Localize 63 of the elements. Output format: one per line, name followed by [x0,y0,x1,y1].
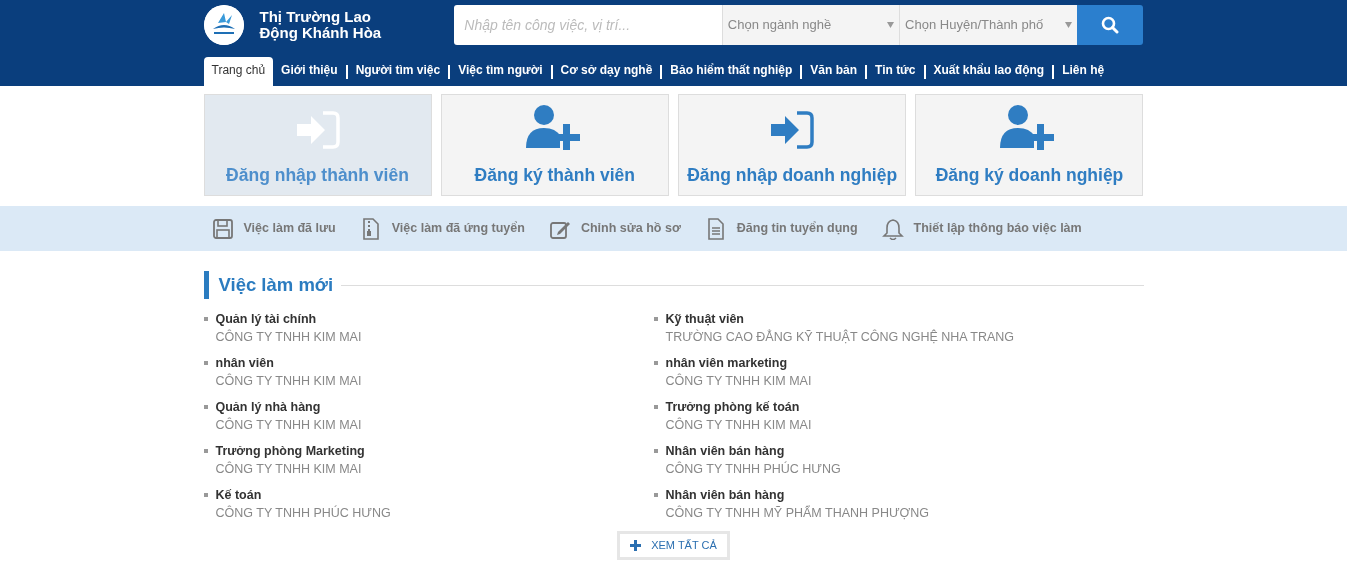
job-title-link[interactable]: Kế toán [215,487,391,503]
bullet-icon [203,317,208,321]
job-title-link[interactable]: nhân viên [215,355,362,371]
nav-tab[interactable]: Văn bản [802,57,865,86]
job-title-link[interactable]: nhân viên marketing [665,355,812,371]
bullet-icon [653,361,658,365]
search-icon [1101,16,1120,34]
search-button[interactable] [1077,5,1144,45]
site-title[interactable]: Động Khánh Hòa [259,25,447,41]
section-heading: Việc làm mới [203,271,334,299]
bullet-icon [653,449,658,453]
bullet-icon [203,405,208,409]
nav-tab[interactable]: Bảo hiểm thất nghiệp [662,57,801,86]
bell-icon [881,217,904,240]
nav-tab[interactable]: Người tìm việc [347,57,449,86]
view-all-button[interactable]: XEM TẤT CẢ [617,531,730,560]
nav-tab[interactable]: Cơ sở dạy nghề [552,57,661,86]
save-icon [211,217,234,240]
job-title-link[interactable]: Trưởng phòng Marketing [215,443,365,459]
job-title-link[interactable]: Nhân viên bán hàng [665,443,841,459]
job-title-link[interactable]: Quản lý tài chính [215,311,362,327]
nav-tab[interactable]: Xuất khẩu lao động [925,57,1053,86]
quick-link[interactable]: Đăng tin tuyển dụng [704,217,858,240]
job-title-link[interactable]: Trưởng phòng kế toán [665,399,812,415]
action-card[interactable]: Đăng ký doanh nghiệp [915,94,1144,196]
company-name: CÔNG TY TNHH PHÚC HƯNG [665,461,841,477]
company-name: CÔNG TY TNHH KIM MAI [215,329,362,345]
company-name: CÔNG TY TNHH KIM MAI [215,373,362,389]
nav-tab[interactable]: Giới thiệu [273,57,346,86]
company-name: CÔNG TY TNHH KIM MAI [215,417,362,433]
job-title-link[interactable]: Quản lý nhà hàng [215,399,362,415]
company-name: TRƯỜNG CAO ĐẲNG KỸ THUẬT CÔNG NGHỆ NHA TRANG [665,329,1015,345]
bullet-icon [653,493,658,497]
caret-icon [1065,22,1073,28]
caret-icon [887,22,895,28]
company-name: CÔNG TY TNHH KIM MAI [215,461,363,477]
company-name: CÔNG TY TNHH KIM MAI [665,417,812,433]
company-name: CÔNG TY TNHH KIM MAI [665,373,812,389]
action-card[interactable]: Đăng ký thành viên [440,94,669,196]
bullet-icon [653,405,658,409]
search-field[interactable]: Nhập tên công việc, vị trí... [454,5,722,45]
login-icon [294,109,341,150]
company-name: CÔNG TY TNHH MỸ PHẨM THANH PHƯỢNG [665,505,930,521]
job-title-link[interactable]: Kỹ thuật viên [665,311,1015,327]
nav-tab[interactable]: Trang chủ [203,57,274,86]
nav-tab[interactable]: Tin tức [867,57,924,86]
plus-icon [630,539,642,551]
action-card[interactable]: Đăng nhập doanh nghiệp [678,94,907,196]
nav-tab[interactable]: Liên hệ [1054,57,1113,86]
login-icon [769,109,816,150]
nav-tab[interactable]: Việc tìm người [450,57,551,86]
bullet-icon [203,361,208,365]
job-title-link[interactable]: Nhân viên bán hàng [665,487,930,503]
bullet-icon [203,493,208,497]
quick-link[interactable]: Chỉnh sửa hồ sơ [548,217,681,240]
quick-link[interactable]: Thiết lập thông báo việc làm [881,217,1082,240]
logo-icon [203,5,244,45]
site-title[interactable]: Thị Trường Lao [259,9,447,25]
company-name: CÔNG TY TNHH PHÚC HƯNG [215,505,391,521]
quick-link[interactable]: Việc làm đã lưu [211,217,336,240]
bullet-icon [203,449,208,453]
bullet-icon [653,317,658,321]
quick-link[interactable]: Việc làm đã ứng tuyển [359,217,525,240]
